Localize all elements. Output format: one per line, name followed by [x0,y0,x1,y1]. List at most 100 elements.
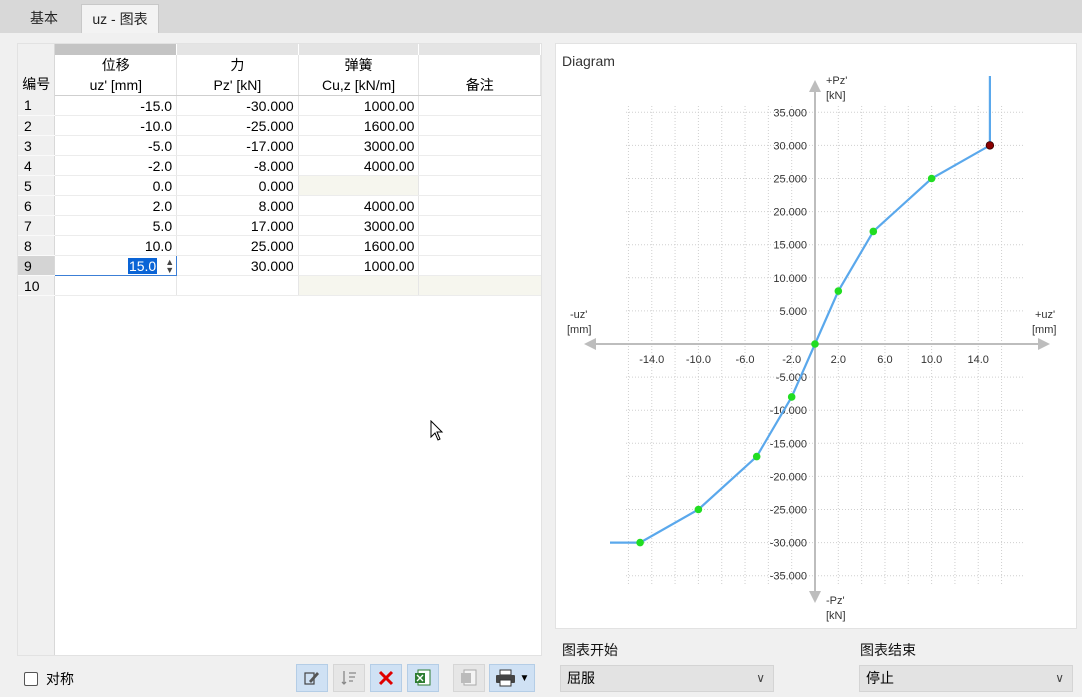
print-dropdown-icon[interactable]: ▼ [520,673,530,684]
row-number[interactable]: 7 [18,215,56,236]
cell-uz[interactable]: -2.0 [54,155,178,176]
cell-pz[interactable]: -17.000 [176,135,299,156]
cell-pz[interactable]: 25.000 [176,235,299,256]
cell-pz[interactable]: -25.000 [176,115,299,136]
table-row[interactable]: 6 2.0 8.000 4000.00 [18,195,541,216]
column-strip-uz[interactable] [54,44,178,55]
import-excel-button[interactable] [453,664,485,692]
edit-table-button[interactable] [296,664,328,692]
row-number[interactable]: 8 [18,235,56,256]
chart-end-select[interactable]: 停止 ∨ [859,665,1073,692]
table-row-selected[interactable]: 9 15.0 ▲ ▼ 30.000 1000.00 [18,255,541,276]
cell-c[interactable]: 1000.00 [298,95,420,116]
cell-uz[interactable]: -5.0 [54,135,178,156]
cell-note[interactable] [418,275,541,296]
cell-pz[interactable]: 8.000 [176,195,299,216]
cell-uz[interactable]: 2.0 [54,195,178,216]
row-number[interactable]: 6 [18,195,56,216]
edit-input-value[interactable]: 15.0 [127,257,158,274]
table-row[interactable]: 1 -15.0 -30.000 1000.00 [18,95,541,116]
cell-uz-editing[interactable]: 15.0 ▲ ▼ [54,255,178,276]
cell-note[interactable] [418,175,541,196]
data-point [636,538,644,547]
y-tick-label: 20.000 [773,207,807,219]
cell-note[interactable] [418,195,541,216]
cell-note[interactable] [418,235,541,256]
cell-uz[interactable]: -15.0 [54,95,178,116]
row-number[interactable]: 3 [18,135,56,156]
spin-down-icon[interactable]: ▼ [165,265,174,274]
x-tick-label: 6.0 [877,354,892,366]
tab-basic[interactable]: 基本 [8,4,80,33]
cell-note[interactable] [418,135,541,156]
row-number[interactable]: 5 [18,175,56,196]
y-pos-unit: [kN] [826,90,846,102]
cell-note[interactable] [418,95,541,116]
y-tick-label: -10.000 [770,405,807,417]
table-row[interactable]: 2 -10.0 -25.000 1600.00 [18,115,541,136]
sort-button[interactable] [333,664,365,692]
spin-buttons[interactable]: ▲ ▼ [165,257,174,274]
row-number[interactable]: 2 [18,115,56,136]
data-table: 编号 位移 力 弹簧 uz' [mm] Pz' [kN] Cu,z [kN/m]… [18,44,541,296]
cell-pz[interactable]: -30.000 [176,95,299,116]
cell-note[interactable] [418,255,541,276]
cell-uz[interactable]: -10.0 [54,115,178,136]
table-row[interactable]: 4 -2.0 -8.000 4000.00 [18,155,541,176]
x-tick-label: -2.0 [782,354,801,366]
delete-rows-button[interactable] [370,664,402,692]
column-strip-note[interactable] [418,44,541,55]
cell-uz[interactable]: 10.0 [54,235,178,256]
cell-c[interactable]: 4000.00 [298,195,420,216]
cell-c[interactable]: 1600.00 [298,115,420,136]
data-point [787,393,796,401]
data-point [694,505,703,514]
mouse-cursor-icon [430,420,444,441]
cell-c[interactable]: 1000.00 [298,255,420,276]
cell-c[interactable]: 3000.00 [298,215,420,236]
checkbox-box[interactable] [24,672,38,686]
cell-note[interactable] [418,155,541,176]
cell-note[interactable] [418,215,541,236]
table-row[interactable]: 7 5.0 17.000 3000.00 [18,215,541,236]
cell-c[interactable]: 1600.00 [298,235,420,256]
data-point [927,174,936,183]
corner-cell[interactable] [18,44,56,55]
chart-start-select[interactable]: 屈服 ∨ [560,665,774,692]
table-row[interactable]: 3 -5.0 -17.000 3000.00 [18,135,541,156]
cell-pz[interactable]: 0.000 [176,175,299,196]
cell-uz[interactable]: 0.0 [54,175,178,196]
column-strip-pz[interactable] [176,44,299,55]
data-table-panel: 编号 位移 力 弹簧 uz' [mm] Pz' [kN] Cu,z [kN/m]… [17,43,542,656]
row-number[interactable]: 9 [18,255,56,276]
cell-uz[interactable]: 5.0 [54,215,178,236]
symmetric-checkbox[interactable]: 对称 [24,669,74,689]
cell-c[interactable]: 4000.00 [298,155,420,176]
col-subheader-c: Cu,z [kN/m] [298,75,420,96]
row-number[interactable]: 10 [18,275,56,296]
table-row[interactable]: 8 10.0 25.000 1600.00 [18,235,541,256]
diagram-chart: 35.000 30.000 25.000 20.000 15.000 10.000 5.00… [567,75,1056,622]
x-axis-pos-arrow [1038,338,1050,350]
export-excel-button[interactable] [407,664,439,692]
x-tick-label: 10.0 [921,354,942,366]
col-subheader-uz: uz' [mm] [54,75,178,96]
row-number[interactable]: 1 [18,95,56,116]
print-button[interactable]: ▼ [489,664,535,692]
cell-pz[interactable]: 30.000 [176,255,299,276]
cell-pz[interactable]: 17.000 [176,215,299,236]
cell-pz[interactable]: -8.000 [176,155,299,176]
y-tick-label: 35.000 [773,107,807,119]
column-strip-c[interactable] [298,44,420,55]
cell-pz[interactable] [176,275,299,296]
table-row[interactable]: 5 0.0 0.000 [18,175,541,196]
cell-note[interactable] [418,115,541,136]
tab-uz-chart[interactable]: uz - 图表 [81,4,159,33]
row-number[interactable]: 4 [18,155,56,176]
y-neg-label: -Pz' [826,595,845,607]
y-tick-label: -15.000 [770,438,807,450]
table-row[interactable]: 10 [18,275,541,296]
cell-uz[interactable] [54,275,178,296]
row-number-header: 编号 [18,55,56,96]
cell-c[interactable]: 3000.00 [298,135,420,156]
